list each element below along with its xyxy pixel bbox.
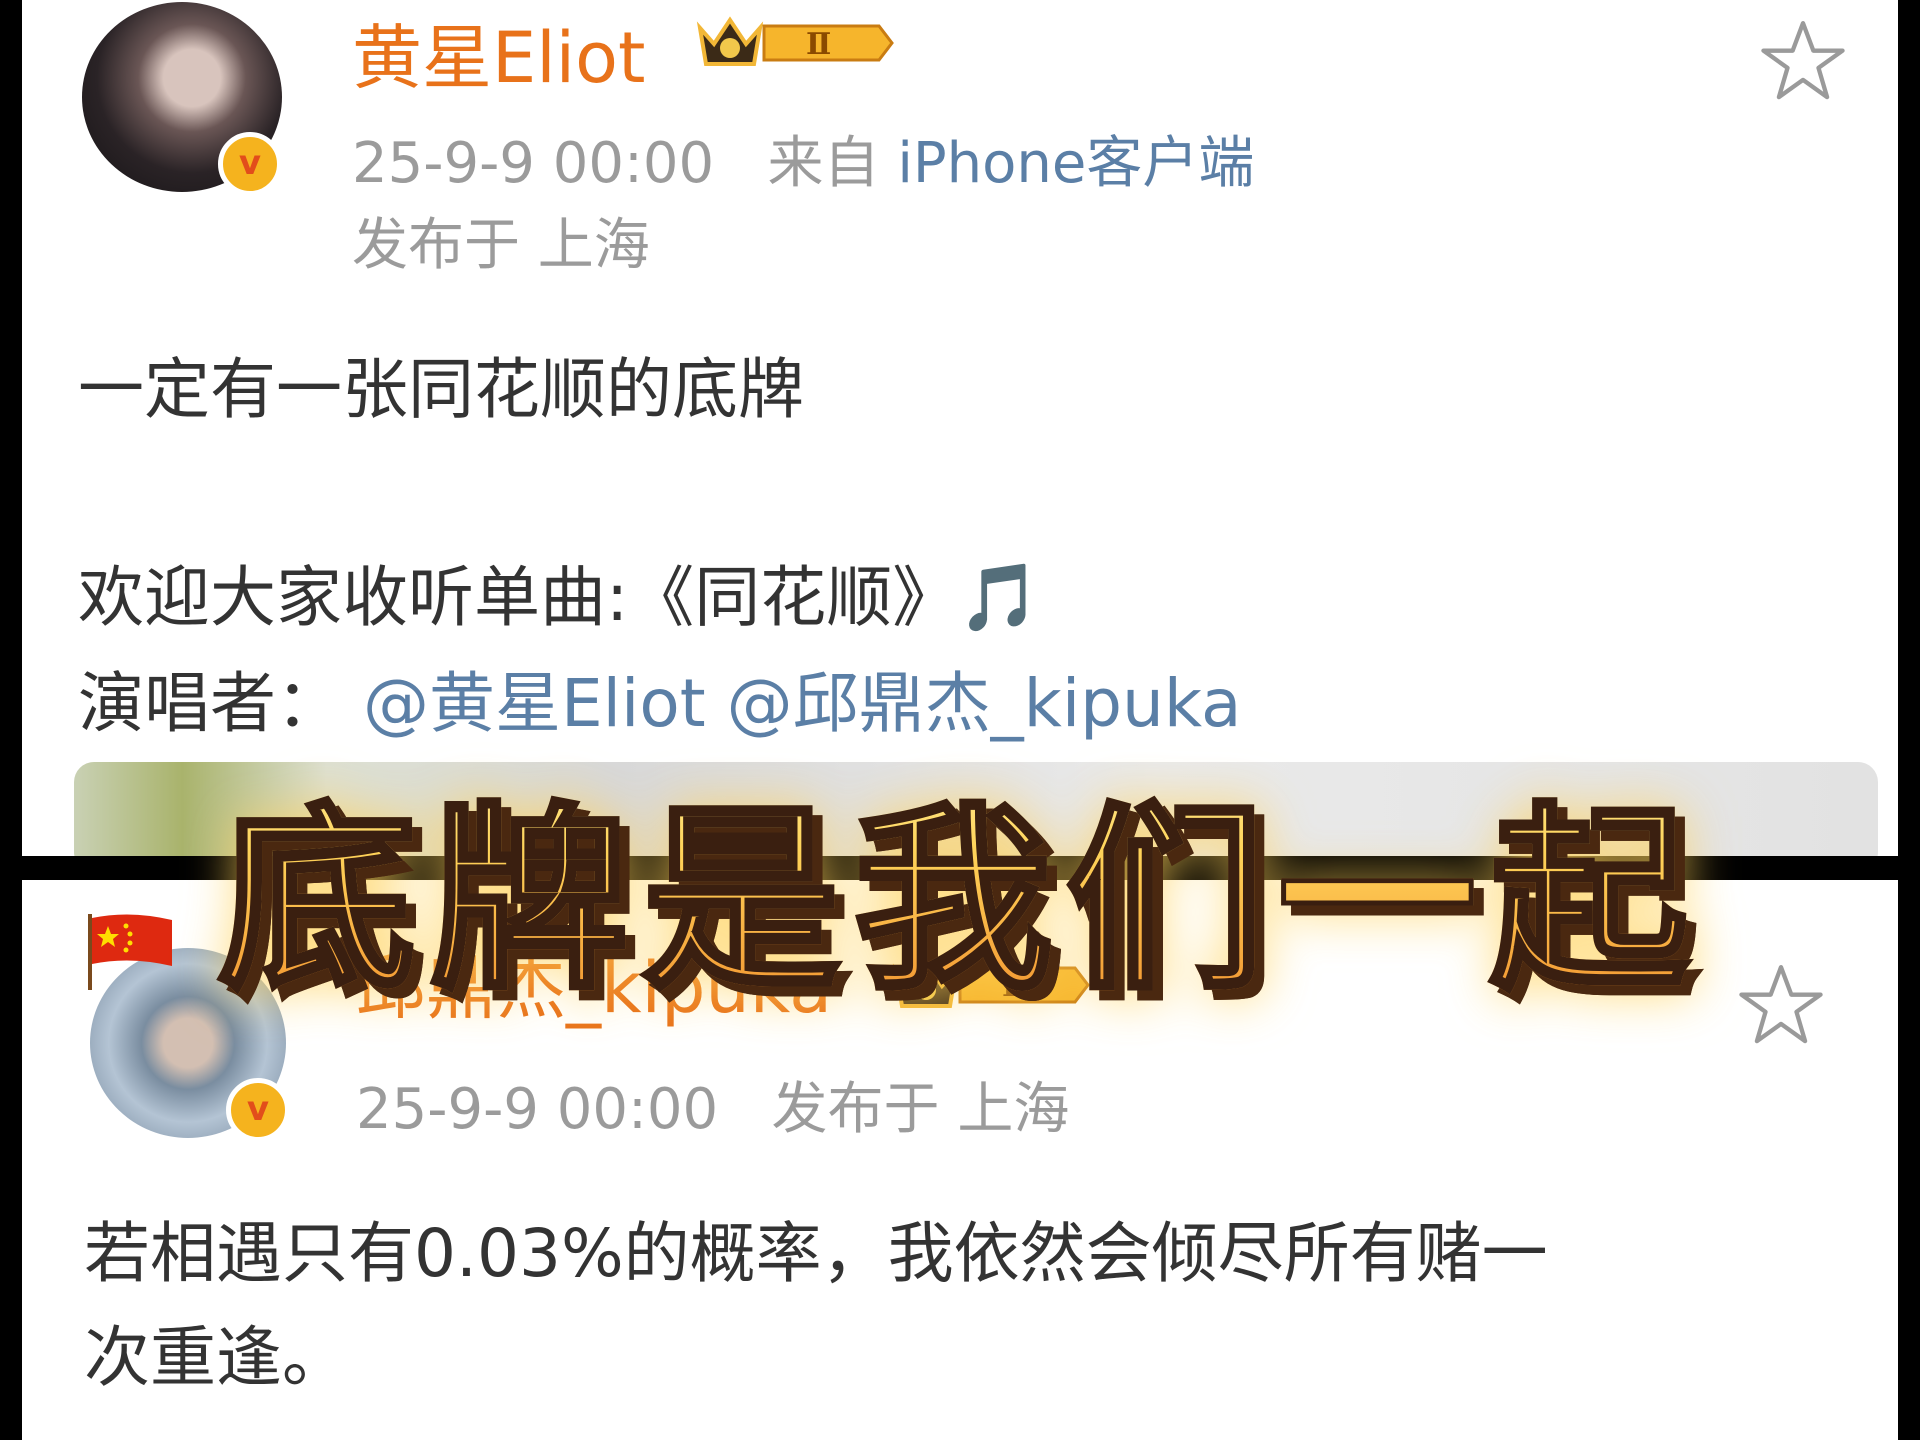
source-prefix: 来自	[767, 131, 880, 196]
weibo-post-card: v 黄星Eliot Ⅱ 25-9-9 00:00 来自 iPhone客户端 发布…	[22, 0, 1898, 856]
post-username[interactable]: 黄星Eliot	[352, 2, 645, 103]
post-text-line: 若相遇只有0.03%的概率，我依然会倾尽所有赌一	[84, 1215, 1548, 1292]
post-username[interactable]: 邱鼎杰_kipuka	[356, 932, 832, 1033]
weibo-post-card: v 邱鼎杰_kipuka Ⅱ 25-9-9 00:00 发布于 上海 若相遇只有…	[22, 880, 1898, 1440]
post-location: 发布于 上海	[352, 213, 650, 278]
post-meta-line: 25-9-9 00:00 来自 iPhone客户端	[352, 118, 1254, 199]
post-meta-line: 25-9-9 00:00 发布于 上海	[356, 1064, 1069, 1145]
post-location: 发布于 上海	[771, 1077, 1070, 1142]
vip-level-text: Ⅱ	[806, 27, 831, 62]
post-text-line: 欢迎大家收听单曲:《同花顺》🎵	[78, 559, 1041, 636]
verified-badge-icon: v	[218, 132, 282, 196]
singer-label: 演唱者：	[78, 665, 342, 742]
post-media-preview[interactable]	[74, 762, 1878, 856]
favorite-star-icon[interactable]	[1738, 962, 1824, 1048]
mention-link[interactable]: @邱鼎杰_kipuka	[727, 665, 1242, 742]
post-text-line: 演唱者： @黄星Eliot @邱鼎杰_kipuka	[78, 650, 1241, 746]
china-flag-icon	[88, 914, 172, 990]
vip-level-text: Ⅱ	[1002, 969, 1027, 1004]
vip-crown-icon[interactable]: Ⅱ	[890, 950, 1090, 1020]
post-text-line: 一定有一张同花顺的底牌	[78, 351, 804, 428]
vip-crown-icon[interactable]: Ⅱ	[694, 8, 894, 78]
favorite-star-icon[interactable]	[1760, 18, 1846, 104]
mention-link[interactable]: @黄星Eliot	[363, 665, 706, 742]
post-date: 25-9-9 00:00	[352, 131, 715, 196]
post-date: 25-9-9 00:00	[356, 1077, 719, 1142]
post-text-line: 次重逢。	[84, 1319, 348, 1396]
verified-badge-icon: v	[226, 1078, 290, 1142]
source-link[interactable]: iPhone客户端	[897, 131, 1254, 196]
